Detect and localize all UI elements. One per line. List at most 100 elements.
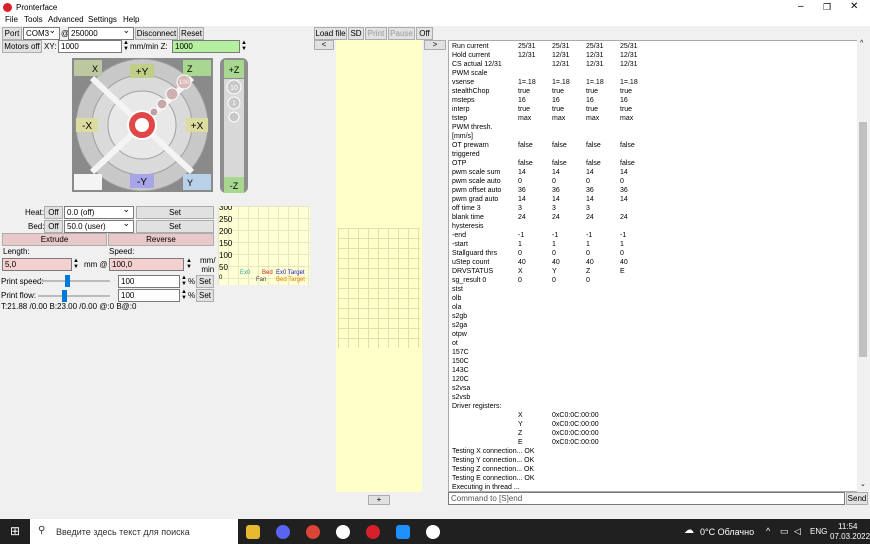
load-file-button[interactable]: Load file	[314, 27, 347, 40]
log-line: ot	[452, 339, 852, 348]
menu-advanced[interactable]: Advanced	[48, 15, 84, 24]
print-button[interactable]: Print	[365, 27, 387, 40]
heat-set-button[interactable]: Set	[136, 206, 214, 219]
print-flow-input[interactable]: 100	[118, 289, 180, 302]
print-speed-thumb[interactable]	[65, 275, 70, 287]
log-cell: 0	[518, 250, 522, 257]
menu-settings[interactable]: Settings	[88, 15, 117, 24]
window-title: Pronterface	[16, 3, 58, 12]
print-flow-slider[interactable]	[38, 290, 110, 302]
weather-icon: ☁	[684, 525, 694, 536]
reset-button[interactable]: Reset	[179, 27, 204, 40]
z-jog-strip[interactable]: +Z 10 1 -Z	[219, 57, 249, 194]
scroll-thumb[interactable]	[859, 122, 867, 357]
home-y-label: Y	[187, 178, 193, 188]
print-flow-set-button[interactable]: Set	[196, 289, 214, 302]
print-flow-stepper[interactable]: ▲ ▼	[181, 289, 187, 301]
send-button[interactable]: Send	[846, 492, 868, 505]
bed-set-button[interactable]: Set	[136, 220, 214, 233]
windows-start-icon[interactable]: ⊞	[10, 524, 20, 538]
speed-stepper[interactable]: ▲ ▼	[186, 258, 192, 270]
xy-jog-pad[interactable]: +Y -Y -X +X X Z Y 100	[70, 56, 215, 194]
menu-help[interactable]: Help	[123, 15, 139, 24]
log-line: 150C	[452, 357, 852, 366]
port-select[interactable]: COM3	[23, 27, 60, 40]
home-all-icon[interactable]	[74, 174, 102, 190]
off-button[interactable]: Off	[416, 27, 433, 40]
print-speed-stepper[interactable]: ▲ ▼	[181, 275, 187, 287]
log-line: interp true true true true	[452, 105, 852, 114]
log-cell: 14	[586, 196, 594, 203]
command-input[interactable]: Command to [S]end	[448, 492, 845, 505]
heat-off-button[interactable]: Off	[44, 206, 63, 219]
step-01-icon[interactable]	[149, 107, 159, 117]
step-10-icon[interactable]	[165, 87, 179, 101]
log-line: [mm/s]	[452, 132, 852, 141]
command-placeholder: Command to [S]end	[451, 494, 523, 503]
yandex-icon[interactable]	[426, 525, 440, 539]
volume-icon[interactable]: ◁	[794, 526, 801, 537]
menu-file[interactable]: File	[5, 15, 18, 24]
heat-temp-select[interactable]: 0.0 (off)	[64, 206, 134, 219]
scroll-down-icon[interactable]: ⌄	[860, 480, 866, 488]
xy-stepper[interactable]: ▲ ▼	[123, 40, 129, 52]
log-cell: pwm scale sum	[452, 169, 501, 176]
collapse-left-button[interactable]: <	[314, 40, 334, 50]
sd-button[interactable]: SD	[348, 27, 364, 40]
log-cell: false	[518, 142, 533, 149]
pronterface-icon[interactable]	[366, 525, 380, 539]
baud-select[interactable]: 250000	[68, 27, 134, 40]
clock-time[interactable]: 11:54	[838, 522, 857, 531]
print-flow-thumb[interactable]	[62, 290, 67, 302]
file-explorer-icon[interactable]	[246, 525, 260, 539]
log-line: s2vsb	[452, 393, 852, 402]
language-indicator[interactable]: ENG	[810, 527, 827, 536]
disconnect-button[interactable]: Disconnect	[135, 27, 178, 40]
taskbar-search[interactable]: ⚲ Введите здесь текст для поиска	[30, 519, 238, 544]
xy-feed-input[interactable]: 1000	[58, 40, 122, 53]
bed-temp-select[interactable]: 50.0 (user)	[64, 220, 134, 233]
pause-button[interactable]: Pause	[388, 27, 415, 40]
network-icon[interactable]: ▭	[780, 526, 789, 537]
length-stepper[interactable]: ▲ ▼	[73, 258, 79, 270]
length-input[interactable]: 5,0	[2, 258, 72, 271]
weather-text[interactable]: 0°C Облачно	[700, 527, 754, 537]
z-stepper[interactable]: ▲ ▼	[241, 40, 247, 52]
zoom-plus-button[interactable]: +	[368, 495, 390, 505]
gcode-viewer[interactable]	[336, 40, 422, 492]
tray-chevron-icon[interactable]: ^	[766, 526, 770, 536]
menu-tools[interactable]: Tools	[24, 15, 43, 24]
log-cell: 40	[586, 259, 594, 266]
maximize-icon[interactable]: ❐	[823, 2, 831, 13]
clock-date[interactable]: 07.03.2022	[830, 532, 870, 541]
cura-icon[interactable]	[396, 525, 410, 539]
log-line: vsense 1=.18 1=.18 1=.18 1=.18	[452, 78, 852, 87]
close-icon[interactable]: ✕	[850, 1, 858, 12]
log-cell: 1	[552, 241, 556, 248]
speed-input[interactable]: 100,0	[109, 258, 184, 271]
log-cell: s2vsa	[452, 385, 471, 392]
log-scrollbar-track[interactable]: ^ ⌄	[857, 40, 869, 492]
print-speed-set-button[interactable]: Set	[196, 275, 214, 288]
minimize-icon[interactable]: –	[798, 1, 804, 12]
print-speed-slider[interactable]	[40, 275, 110, 287]
port-button[interactable]: Port	[2, 27, 22, 40]
title-bar: Pronterface – ❐ ✕	[0, 0, 870, 14]
discord-icon[interactable]	[276, 525, 290, 539]
log-cell: 14	[586, 169, 594, 176]
chrome-icon[interactable]	[306, 525, 320, 539]
print-speed-input[interactable]: 100	[118, 275, 180, 288]
reverse-button[interactable]: Reverse	[108, 233, 214, 246]
motors-off-button[interactable]: Motors off	[2, 40, 42, 53]
collapse-right-button[interactable]: >	[424, 40, 446, 50]
log-lines: Run current 25/31 25/31 25/31 25/31 Hold curr…	[452, 42, 852, 491]
bed-off-button[interactable]: Off	[44, 220, 63, 233]
z-step-01-icon[interactable]	[228, 111, 240, 123]
console-log[interactable]: Run current 25/31 25/31 25/31 25/31 Hold curr…	[448, 40, 858, 492]
z-feed-input[interactable]: 1000	[172, 40, 240, 53]
scroll-up-icon[interactable]: ^	[860, 40, 863, 47]
log-cell: 0	[518, 178, 522, 185]
step-1-icon[interactable]	[156, 98, 168, 110]
extrude-button[interactable]: Extrude	[2, 233, 107, 246]
yandex-browser-icon[interactable]	[336, 525, 350, 539]
